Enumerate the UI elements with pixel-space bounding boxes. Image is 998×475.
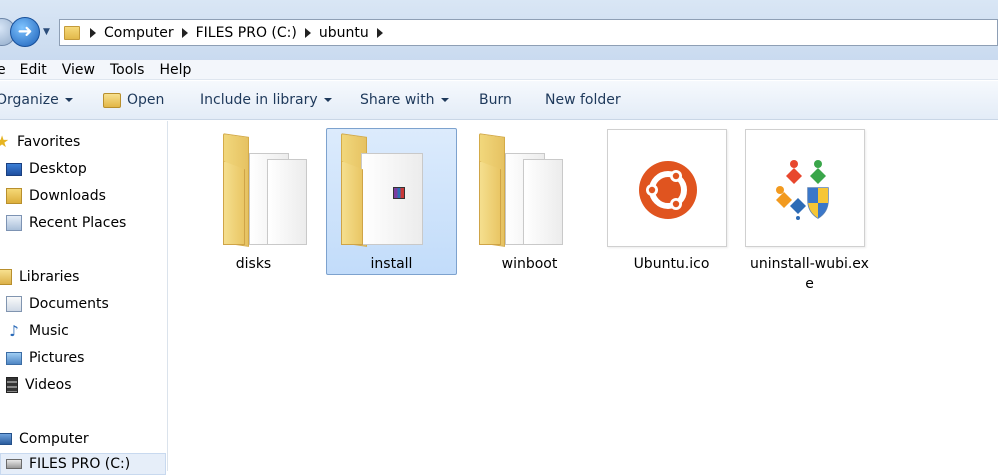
folder-icon (479, 133, 563, 247)
nav-label: Favorites (17, 134, 81, 150)
burn-label: Burn (479, 92, 512, 108)
film-strip-icon (6, 377, 18, 393)
folder-icon (223, 133, 307, 247)
new-folder-button[interactable]: New folder (545, 92, 621, 108)
libraries-icon (0, 269, 12, 285)
nav-drive-c[interactable]: FILES PRO (C:) (0, 453, 166, 475)
caret-down-icon (323, 98, 332, 102)
file-name: Ubuntu.ico (633, 256, 710, 272)
archive-icon (393, 187, 405, 199)
navigation-pane: ★ Favorites Desktop Downloads Recent Pla… (0, 121, 168, 475)
open-button[interactable]: Open (103, 92, 164, 108)
breadcrumb-arrow-icon[interactable] (304, 27, 311, 38)
star-icon: ★ (0, 132, 10, 151)
recent-places-icon (6, 215, 22, 231)
breadcrumb: Computer FILES PRO (C:) ubuntu (88, 20, 391, 45)
music-note-icon: ♪ (9, 322, 19, 340)
open-label: Open (127, 92, 165, 108)
desktop-icon (6, 162, 22, 176)
forward-button[interactable]: ➜ (10, 17, 40, 47)
pictures-icon (6, 351, 22, 365)
menu-view[interactable]: View (62, 62, 95, 78)
recent-pages-dropdown[interactable]: ▼ (43, 27, 53, 37)
file-name: winboot (501, 256, 558, 272)
nav-music[interactable]: ♪ Music (6, 320, 69, 342)
wubi-shield-icon (776, 160, 829, 220)
nav-libraries[interactable]: Libraries (0, 266, 79, 288)
organize-label: Organize (0, 92, 59, 108)
include-in-library-button[interactable]: Include in library (200, 92, 332, 108)
nav-label: Pictures (29, 350, 85, 366)
breadcrumb-arrow-icon[interactable] (376, 27, 383, 38)
file-list: disks install winboot Ubuntu.ico uninsta… (169, 121, 998, 471)
file-item-install[interactable]: install (326, 128, 457, 275)
caret-down-icon (64, 98, 73, 102)
documents-icon (6, 296, 22, 312)
folder-icon (64, 25, 80, 40)
command-bar: Organize Open Include in library Share w… (0, 81, 998, 120)
nav-label: Videos (25, 377, 72, 393)
burn-button[interactable]: Burn (479, 92, 512, 108)
share-with-button[interactable]: Share with (360, 92, 449, 108)
nav-favorites[interactable]: ★ Favorites (0, 131, 80, 153)
menu-tools[interactable]: Tools (110, 62, 145, 78)
arrow-right-icon: ➜ (17, 21, 33, 42)
file-name: install (370, 256, 413, 272)
nav-videos[interactable]: Videos (6, 374, 72, 396)
computer-icon (0, 433, 12, 445)
chevron-down-icon: ▼ (43, 27, 50, 37)
breadcrumb-arrow-icon[interactable] (181, 27, 188, 38)
file-item-ubuntu-ico[interactable]: Ubuntu.ico (606, 128, 737, 275)
address-bar-row: ➜ ▼ Computer FILES PRO (C:) ubuntu (0, 0, 998, 62)
include-label: Include in library (200, 92, 318, 108)
open-folder-icon (103, 92, 121, 108)
nav-label: Libraries (19, 269, 80, 285)
nav-documents[interactable]: Documents (6, 293, 109, 315)
breadcrumb-drive[interactable]: FILES PRO (C:) (196, 25, 303, 41)
file-item-winboot[interactable]: winboot (464, 128, 595, 275)
file-thumbnail (745, 129, 865, 247)
menu-bar: e Edit View Tools Help (0, 60, 998, 80)
nav-computer[interactable]: Computer (0, 428, 89, 450)
file-item-disks[interactable]: disks (188, 128, 319, 275)
nav-label: FILES PRO (C:) (29, 456, 131, 472)
breadcrumb-arrow-icon[interactable] (90, 27, 96, 38)
downloads-folder-icon (6, 188, 22, 204)
breadcrumb-computer[interactable]: Computer (104, 25, 180, 41)
share-label: Share with (360, 92, 435, 108)
nav-recent-places[interactable]: Recent Places (6, 212, 126, 234)
nav-desktop[interactable]: Desktop (6, 158, 87, 180)
nav-label: Desktop (29, 161, 87, 177)
menu-edit[interactable]: Edit (20, 62, 47, 78)
file-item-uninstall-wubi[interactable]: uninstall-wubi.exe (744, 128, 875, 292)
file-thumbnail (607, 129, 727, 247)
folder-icon (341, 133, 423, 247)
nav-label: Music (29, 323, 69, 339)
nav-pictures[interactable]: Pictures (6, 347, 84, 369)
organize-button[interactable]: Organize (0, 92, 73, 108)
ubuntu-logo-icon (639, 161, 697, 219)
nav-label: Computer (19, 431, 89, 447)
breadcrumb-ubuntu[interactable]: ubuntu (319, 25, 375, 41)
menu-help[interactable]: Help (159, 62, 191, 78)
hard-drive-icon (6, 459, 22, 469)
file-name: disks (235, 256, 272, 272)
nav-downloads[interactable]: Downloads (6, 185, 106, 207)
nav-label: Downloads (29, 188, 106, 204)
new-folder-label: New folder (545, 92, 621, 108)
address-bar[interactable]: Computer FILES PRO (C:) ubuntu (59, 19, 998, 46)
menu-file[interactable]: e (0, 62, 6, 78)
caret-down-icon (440, 98, 449, 102)
nav-label: Recent Places (29, 215, 127, 231)
nav-label: Documents (29, 296, 109, 312)
file-name: uninstall-wubi.exe (750, 256, 869, 292)
